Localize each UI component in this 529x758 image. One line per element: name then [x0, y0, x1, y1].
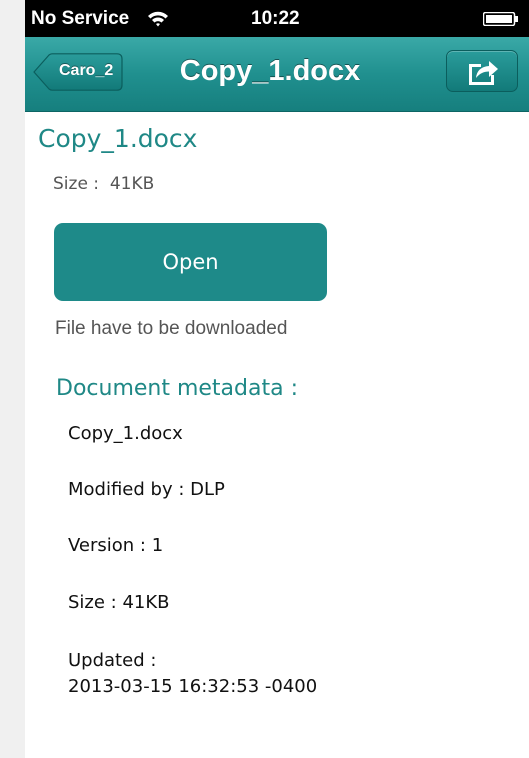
battery-icon — [483, 12, 518, 26]
share-button[interactable] — [446, 50, 518, 92]
status-bar: No Service 10:22 — [25, 0, 529, 37]
metadata-updated-value: 2013-03-15 16:32:53 -0400 — [68, 676, 318, 697]
metadata-version: Version : 1 — [68, 535, 164, 556]
phone-screen: No Service 10:22 Caro_2 Copy_1.docx Copy… — [25, 0, 529, 758]
metadata-heading: Document metadata : — [56, 376, 298, 401]
navigation-bar: Caro_2 Copy_1.docx — [25, 37, 529, 112]
metadata-size: Size : 41KB — [68, 592, 170, 613]
metadata-modified-by: Modified by : DLP — [68, 479, 225, 500]
page-title: Copy_1.docx — [179, 55, 361, 87]
file-title: Copy_1.docx — [38, 124, 198, 153]
metadata-name: Copy_1.docx — [68, 423, 183, 444]
back-button-label: Caro_2 — [59, 62, 114, 79]
file-size: Size : 41KB — [53, 174, 155, 194]
clock-label: 10:22 — [251, 8, 300, 29]
wifi-icon — [148, 11, 168, 27]
carrier-label: No Service — [31, 8, 130, 29]
download-note: File have to be downloaded — [55, 318, 288, 339]
open-button[interactable]: Open — [54, 223, 327, 301]
metadata-updated-label: Updated : — [68, 650, 157, 671]
share-icon — [469, 61, 498, 85]
back-button[interactable]: Caro_2 — [33, 53, 123, 91]
